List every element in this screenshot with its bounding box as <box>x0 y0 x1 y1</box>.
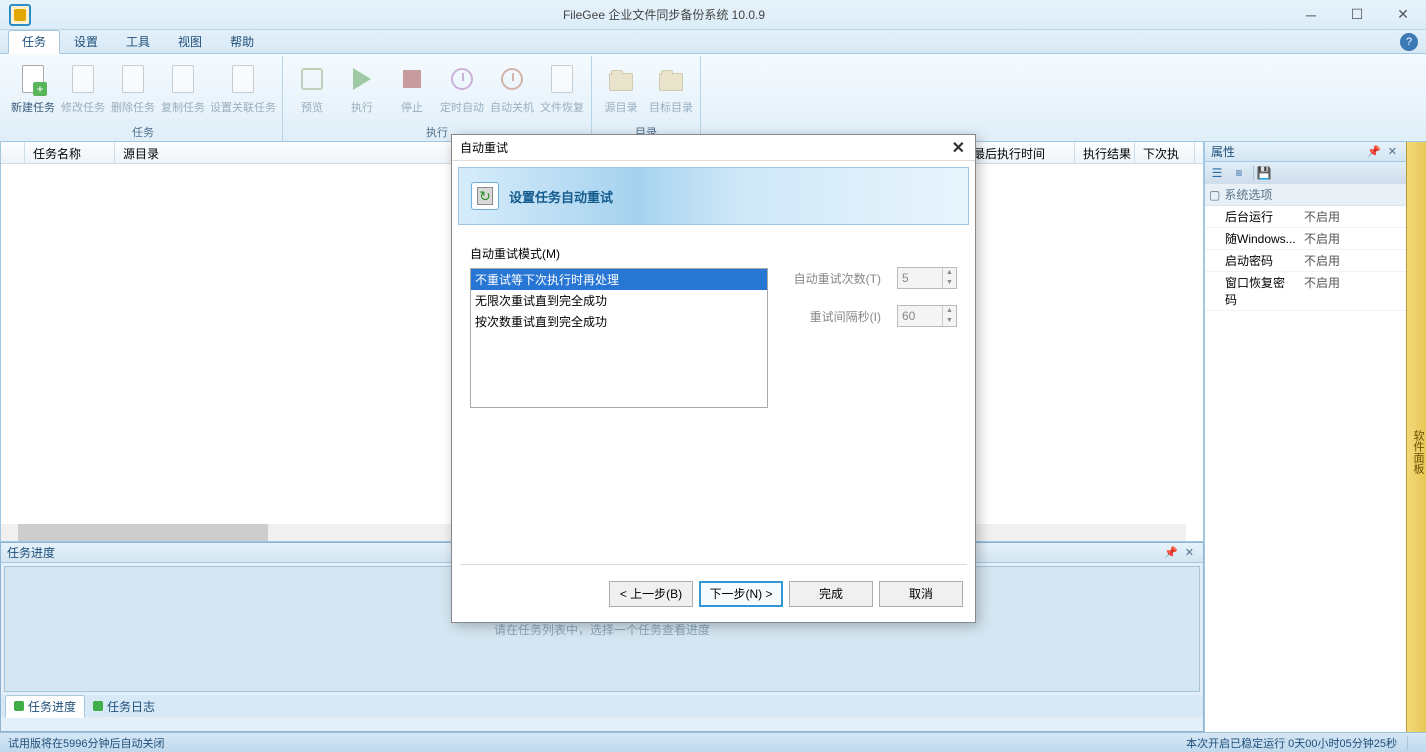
menu-tab-4[interactable]: 帮助 <box>216 30 268 53</box>
status-right: 本次开启已稳定运行 0天00小时05分钟25秒 <box>1186 735 1397 751</box>
prop-category[interactable]: ▢系统选项 <box>1205 184 1406 206</box>
retry-interval-label: 重试间隔秒(I) <box>810 308 881 325</box>
schedule-button: 定时自动 <box>437 58 487 127</box>
pin-icon[interactable]: 📌 <box>1164 546 1178 559</box>
retry-option-1[interactable]: 无限次重试直到完全成功 <box>471 290 767 311</box>
doc-icon <box>167 63 199 95</box>
next-button[interactable]: 下一步(N) > <box>699 581 783 607</box>
delete-task-button: 删除任务 <box>108 58 158 127</box>
task-progress-title: 任务进度 <box>7 544 55 561</box>
execute-button: 执行 <box>337 58 387 127</box>
minimize-button[interactable]: ─ <box>1288 0 1334 30</box>
task-col-5[interactable]: 下次执 <box>1135 142 1195 163</box>
play-icon <box>346 63 378 95</box>
retry-mode-listbox[interactable]: 不重试等下次执行时再处理无限次重试直到完全成功按次数重试直到完全成功 <box>470 268 768 408</box>
copy-task-button: 复制任务 <box>158 58 208 127</box>
retry-interval-up[interactable]: ▲ <box>943 306 956 316</box>
assoc-task-button: 设置关联任务 <box>208 58 278 127</box>
tab-task-progress[interactable]: 任务进度 <box>5 695 85 718</box>
prop-close-icon[interactable]: ✕ <box>1385 145 1400 158</box>
close-button[interactable]: ✕ <box>1380 0 1426 30</box>
retry-mode-label: 自动重试模式(M) <box>470 245 768 262</box>
prop-categorized-icon[interactable]: ☰ <box>1209 165 1225 181</box>
properties-title: 属性 <box>1211 143 1235 160</box>
prop-row[interactable]: 后台运行不启用 <box>1205 206 1406 228</box>
auto-shutdown-button: 自动关机 <box>487 58 537 127</box>
edit-task-button: 修改任务 <box>58 58 108 127</box>
task-col-1[interactable]: 任务名称 <box>25 142 115 163</box>
retry-interval-input[interactable] <box>898 306 942 326</box>
src-dir-button: 源目录 <box>596 58 646 127</box>
retry-count-label: 自动重试次数(T) <box>794 270 881 287</box>
app-icon <box>0 0 40 30</box>
retry-count-up[interactable]: ▲ <box>943 268 956 278</box>
window-title: FileGee 企业文件同步备份系统 10.0.9 <box>40 6 1288 23</box>
retry-icon <box>471 182 499 210</box>
menu-tab-1[interactable]: 设置 <box>60 30 112 53</box>
task-col-0[interactable] <box>1 142 25 163</box>
properties-grid: ▢系统选项 后台运行不启用随Windows...不启用启动密码不启用窗口恢复密码… <box>1205 184 1406 732</box>
clock-icon <box>446 63 478 95</box>
doc-icon <box>67 63 99 95</box>
stop-button: 停止 <box>387 58 437 127</box>
task-progress-placeholder: 请在任务列表中，选择一个任务查看进度 <box>494 621 710 638</box>
folder-icon <box>605 63 637 95</box>
status-left: 试用版将在5996分钟后自动关闭 <box>8 735 164 751</box>
retry-count-down[interactable]: ▼ <box>943 278 956 288</box>
cancel-button[interactable]: 取消 <box>879 581 963 607</box>
menu-tab-2[interactable]: 工具 <box>112 30 164 53</box>
doc-icon <box>546 63 578 95</box>
prop-alpha-icon[interactable]: ≡ <box>1231 165 1247 181</box>
prop-row[interactable]: 启动密码不启用 <box>1205 250 1406 272</box>
task-col-3[interactable]: 最后执行时间 <box>965 142 1075 163</box>
finish-button[interactable]: 完成 <box>789 581 873 607</box>
retry-interval-down[interactable]: ▼ <box>943 316 956 326</box>
pane-close-icon[interactable]: ✕ <box>1182 546 1197 559</box>
new-task-button[interactable]: 新建任务 <box>8 58 58 127</box>
ribbon: 新建任务修改任务删除任务复制任务设置关联任务任务预览执行停止定时自动自动关机文件… <box>0 54 1426 142</box>
dialog-banner: 设置任务自动重试 <box>458 167 969 225</box>
dialog-close-icon[interactable]: ✕ <box>948 138 969 158</box>
dialog-banner-text: 设置任务自动重试 <box>509 187 613 206</box>
retry-option-0[interactable]: 不重试等下次执行时再处理 <box>471 269 767 290</box>
retry-interval-spinner[interactable]: ▲▼ <box>897 305 957 327</box>
stop-icon <box>396 63 428 95</box>
auto-retry-dialog: 自动重试 ✕ 设置任务自动重试 自动重试模式(M) 不重试等下次执行时再处理无限… <box>451 134 976 623</box>
maximize-button[interactable]: ☐ <box>1334 0 1380 30</box>
prop-row[interactable]: 随Windows...不启用 <box>1205 228 1406 250</box>
dialog-title: 自动重试 <box>460 139 508 156</box>
tab-task-log[interactable]: 任务日志 <box>85 696 163 717</box>
preview-icon <box>296 63 328 95</box>
doc-icon <box>117 63 149 95</box>
retry-count-input[interactable] <box>898 268 942 288</box>
doc-icon <box>227 63 259 95</box>
prop-save-icon[interactable]: 💾 <box>1253 165 1269 181</box>
properties-panel: 属性 📌 ✕ ☰ ≡ 💾 ▢系统选项 后台运行不启用随Windows...不启用… <box>1204 142 1426 732</box>
menu-tab-3[interactable]: 视图 <box>164 30 216 53</box>
help-icon[interactable]: ? <box>1400 33 1418 51</box>
prop-pin-icon[interactable]: 📌 <box>1367 145 1381 158</box>
title-bar: FileGee 企业文件同步备份系统 10.0.9 ─ ☐ ✕ <box>0 0 1426 30</box>
folder-icon <box>655 63 687 95</box>
prev-button[interactable]: < 上一步(B) <box>609 581 693 607</box>
task-col-4[interactable]: 执行结果 <box>1075 142 1135 163</box>
side-tab-software-panel[interactable]: 软件面板 <box>1406 142 1426 732</box>
retry-option-2[interactable]: 按次数重试直到完全成功 <box>471 311 767 332</box>
doc-plus-icon <box>17 63 49 95</box>
dst-dir-button: 目标目录 <box>646 58 696 127</box>
file-restore-button: 文件恢复 <box>537 58 587 127</box>
prop-row[interactable]: 窗口恢复密码不启用 <box>1205 272 1406 311</box>
preview-button: 预览 <box>287 58 337 127</box>
status-bar: 试用版将在5996分钟后自动关闭 本次开启已稳定运行 0天00小时05分钟25秒 <box>0 732 1426 752</box>
retry-count-spinner[interactable]: ▲▼ <box>897 267 957 289</box>
clock2-icon <box>496 63 528 95</box>
menu-bar: 任务设置工具视图帮助 ? <box>0 30 1426 54</box>
menu-tab-0[interactable]: 任务 <box>8 30 60 54</box>
